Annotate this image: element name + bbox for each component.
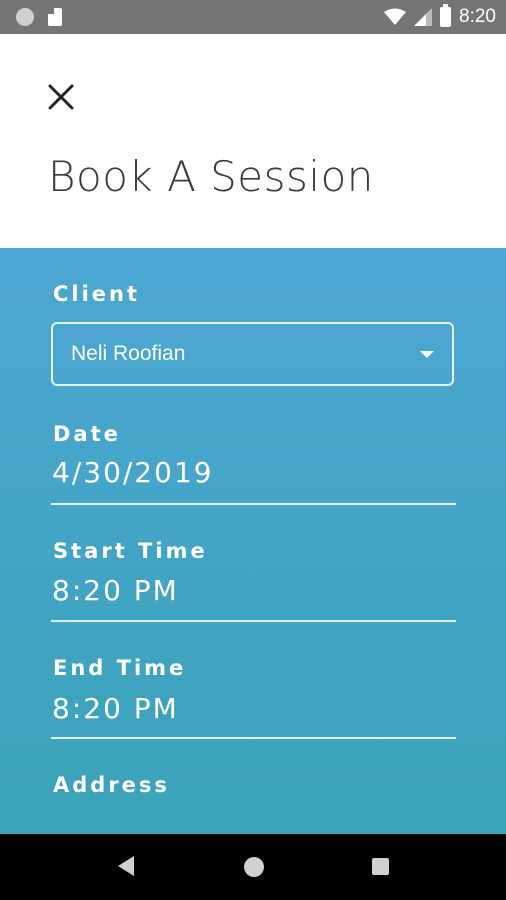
end-time-label: End Time [53,656,187,680]
client-label: Client [53,282,141,306]
address-label: Address [53,773,170,797]
notification-dot-icon [16,8,34,26]
start-time-label: Start Time [53,539,208,563]
date-underline [51,503,456,505]
recents-icon[interactable] [372,858,389,875]
home-icon[interactable] [244,857,264,877]
start-time-underline [51,620,456,622]
end-time-field[interactable]: 8:20 PM [52,692,179,725]
page-title: Book A Session [48,152,374,201]
header: Book A Session [0,34,506,248]
sd-card-icon [48,8,62,26]
status-bar: 8:20 [0,0,506,34]
start-time-field[interactable]: 8:20 PM [52,574,179,607]
battery-icon [440,4,452,27]
end-time-underline [51,737,456,739]
status-time: 8:20 [459,6,496,27]
booking-form: Client Neli Roofian Date 4/30/2019 Start… [0,248,506,834]
wifi-icon [384,8,407,25]
dropdown-arrow-icon [420,351,434,358]
close-button[interactable] [42,78,80,116]
notification-icons [16,8,62,26]
date-field[interactable]: 4/30/2019 [52,456,214,489]
signal-icon [414,8,433,26]
back-icon[interactable] [118,856,134,876]
client-select-value: Neli Roofian [71,342,186,365]
system-icons: 8:20 [384,4,496,28]
client-select[interactable]: Neli Roofian [51,322,454,386]
close-icon [48,84,74,110]
navigation-bar [0,834,506,900]
date-label: Date [53,422,121,446]
